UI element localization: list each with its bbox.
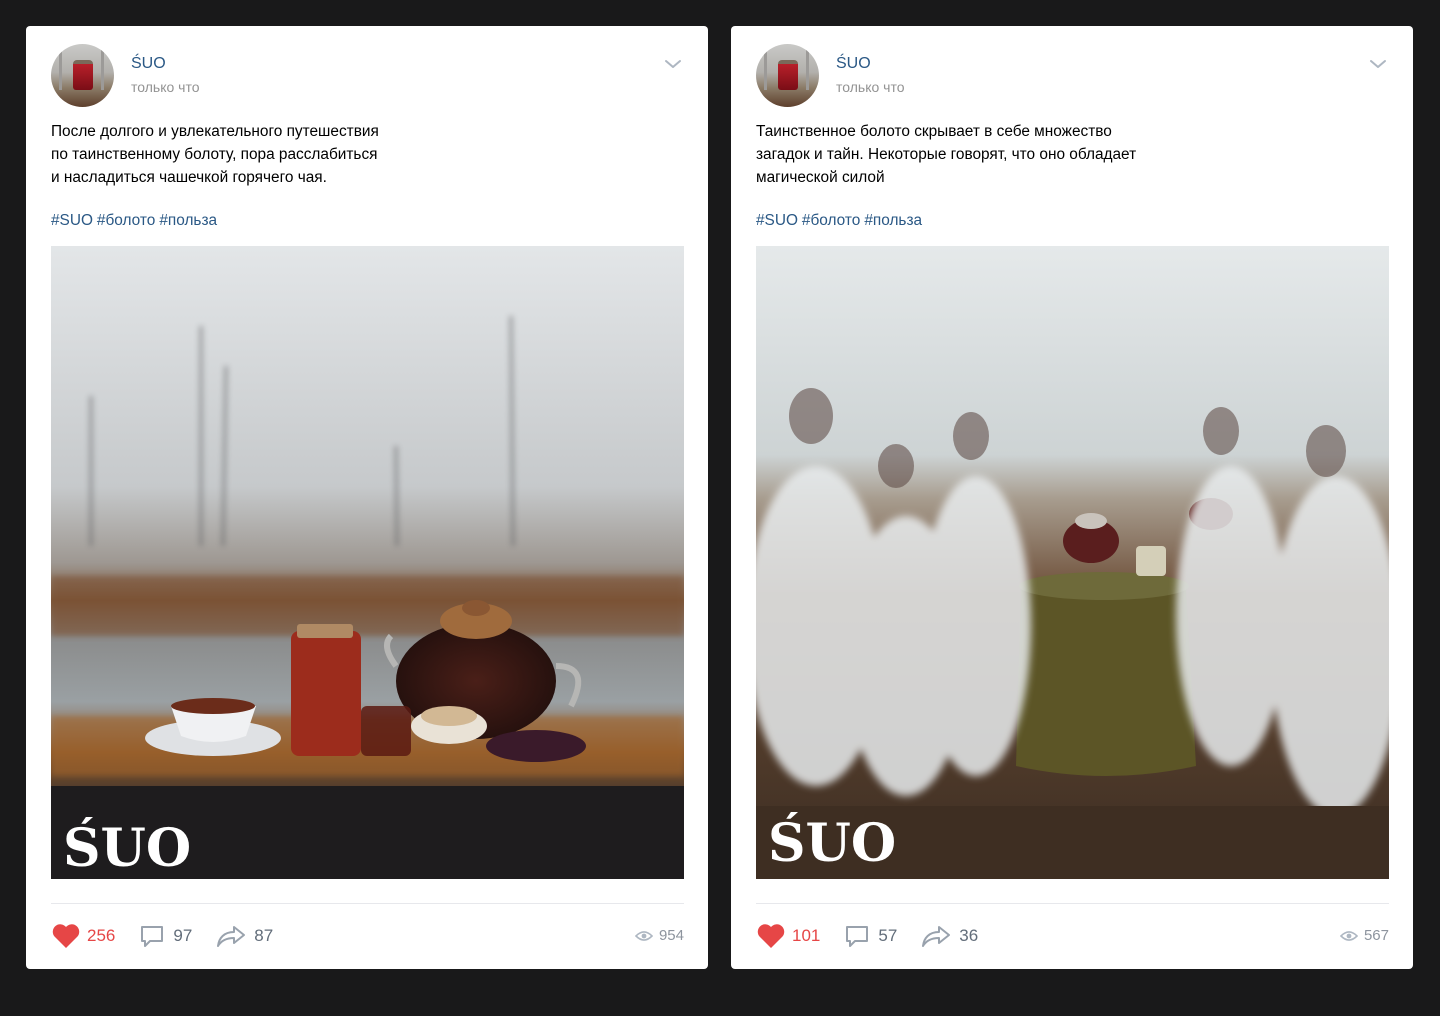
post-text: Таинственное болото скрывает в себе множ… [756, 123, 1137, 186]
avatar-jar [73, 60, 93, 90]
chevron-down-icon[interactable] [662, 56, 684, 72]
post-actions: 256 97 87 [51, 920, 297, 952]
post-card: ŚUO только что Таинственное болото скрыв… [731, 26, 1413, 969]
heart-icon [757, 924, 785, 948]
like-button[interactable]: 101 [756, 923, 820, 949]
comment-button[interactable]: 97 [139, 923, 192, 949]
comment-icon [846, 926, 869, 947]
post-photo-tea-table[interactable]: ŚUO [51, 246, 684, 879]
share-icon [922, 926, 951, 947]
photo-stump [1016, 586, 1196, 776]
like-count: 256 [87, 926, 116, 945]
post-text: После долгого и увлекательного путешеств… [51, 123, 379, 186]
view-count: 567 [1363, 927, 1389, 944]
eye-icon [1339, 930, 1358, 941]
avatar-jar [778, 60, 798, 90]
hashtag-link[interactable]: #SUO [756, 212, 798, 229]
comment-button[interactable]: 57 [844, 923, 897, 949]
hashtag-link[interactable]: #польза [159, 212, 217, 229]
post-tags: #SUO #болото #польза [51, 212, 221, 230]
photo-honey-jar [291, 631, 361, 756]
photo-watermark: ŚUO [768, 812, 896, 874]
avatar-tree [806, 50, 809, 90]
photo-background [51, 246, 684, 879]
avatar-tree [101, 50, 104, 90]
like-button[interactable]: 256 [51, 923, 115, 949]
hashtag-link[interactable]: #польза [864, 212, 922, 229]
author-name[interactable]: ŚUO [836, 55, 871, 73]
avatar-tree [764, 50, 767, 90]
post-time[interactable]: только что [131, 79, 200, 95]
comment-count: 57 [878, 926, 898, 945]
eye-icon [634, 930, 653, 941]
divider [51, 903, 684, 904]
avatar-tree [59, 50, 62, 90]
view-count: 954 [658, 927, 684, 944]
view-counter: 954 [634, 927, 684, 944]
post-tags: #SUO #болото #польза [756, 212, 926, 230]
hashtag-link[interactable]: #болото [802, 212, 860, 229]
share-count: 87 [254, 926, 274, 945]
heart-icon [52, 924, 80, 948]
comment-icon [141, 926, 164, 947]
post-actions: 101 57 36 [756, 920, 1002, 952]
hashtag-link[interactable]: #SUO [51, 212, 93, 229]
divider [756, 903, 1389, 904]
post-photo-tea-party[interactable]: ŚUO [756, 246, 1389, 879]
comment-count: 97 [173, 926, 193, 945]
share-button[interactable]: 36 [921, 923, 978, 949]
view-counter: 567 [1339, 927, 1389, 944]
post-card: ŚUO только что После долгого и увлекател… [26, 26, 708, 969]
share-count: 36 [959, 926, 979, 945]
avatar[interactable] [756, 44, 819, 107]
post-time[interactable]: только что [836, 79, 905, 95]
share-button[interactable]: 87 [216, 923, 273, 949]
photo-watermark: ŚUO [63, 817, 191, 879]
author-name[interactable]: ŚUO [131, 55, 166, 73]
hashtag-link[interactable]: #болото [97, 212, 155, 229]
avatar[interactable] [51, 44, 114, 107]
share-icon [217, 926, 246, 947]
like-count: 101 [792, 926, 821, 945]
chevron-down-icon[interactable] [1367, 56, 1389, 72]
